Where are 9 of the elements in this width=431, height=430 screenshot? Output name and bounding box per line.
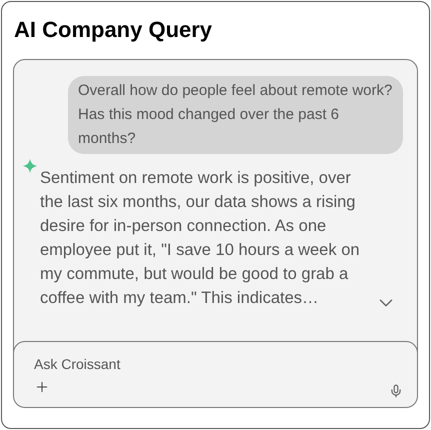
page-title: AI Company Query xyxy=(14,16,214,44)
assistant-message: Sentiment on remote work is positive, over the last six months, our data shows a rising desire for in-person connection. As one employee put it, "I save 10 hours a week on my commute, but would be good to grab a coffee with my team." This indicates… xyxy=(40,168,361,309)
sparkle-icon xyxy=(23,159,37,173)
add-button[interactable] xyxy=(34,379,50,395)
message-input[interactable]: Ask Croissant xyxy=(34,354,334,375)
microphone-icon xyxy=(389,384,403,398)
plus-icon xyxy=(34,379,50,395)
user-message: Overall how do people feel about remote work? Has this mood changed over the past 6 months? xyxy=(68,76,403,154)
microphone-button[interactable] xyxy=(389,384,403,398)
